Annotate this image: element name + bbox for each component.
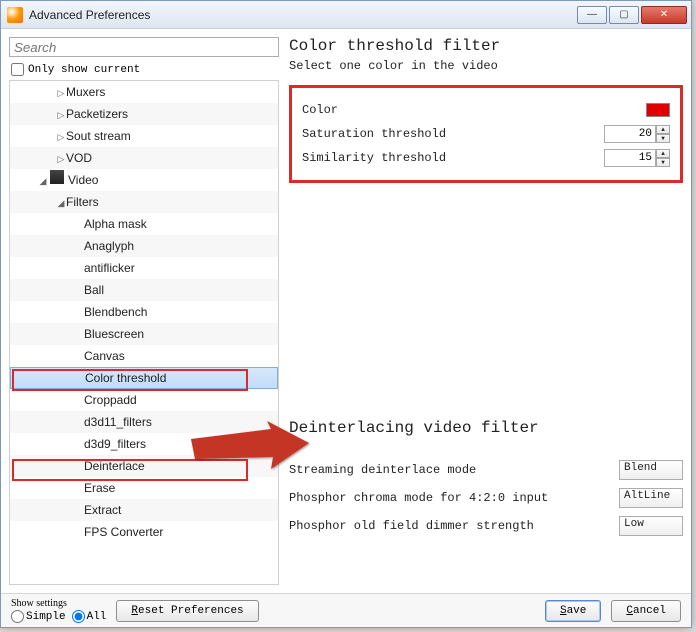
tree-item[interactable]: d3d9_filters (10, 433, 278, 455)
similarity-threshold-spin: ▲ ▼ (604, 149, 670, 167)
simple-radio[interactable] (11, 610, 24, 623)
tree-item[interactable]: Deinterlace (10, 455, 278, 477)
left-column: Only show current ▷Muxers▷Packetizers▷So… (9, 37, 279, 585)
tree-item[interactable]: ▷Sout stream (10, 125, 278, 147)
tree-item[interactable]: Croppadd (10, 389, 278, 411)
tree-item-label: Erase (84, 481, 115, 495)
section1-subtitle: Select one color in the video (289, 59, 683, 73)
tree-item[interactable]: FPS Converter (10, 521, 278, 543)
tree-item[interactable]: Canvas (10, 345, 278, 367)
all-radio-label[interactable]: All (72, 610, 107, 623)
tree-item-label: Extract (84, 503, 121, 517)
tree-item[interactable]: ◢Filters (10, 191, 278, 213)
color-threshold-panel: Color Saturation threshold ▲ ▼ Similarit… (289, 85, 683, 183)
tree-item-label: Packetizers (66, 107, 128, 121)
tree-item-label: Muxers (66, 85, 105, 99)
tree-item[interactable]: d3d11_filters (10, 411, 278, 433)
tree-item[interactable]: Anaglyph (10, 235, 278, 257)
section2-title: Deinterlacing video filter (289, 419, 683, 437)
saturation-threshold-spin: ▲ ▼ (604, 125, 670, 143)
preferences-tree[interactable]: ▷Muxers▷Packetizers▷Sout stream▷VOD◢Vide… (9, 80, 279, 585)
right-column: Color threshold filter Select one color … (289, 37, 683, 585)
save-button[interactable]: Save (545, 600, 601, 622)
saturation-up-button[interactable]: ▲ (656, 125, 670, 134)
show-settings-label: Show settings (11, 598, 106, 610)
section1-title: Color threshold filter (289, 37, 683, 55)
only-show-current-label: Only show current (28, 64, 140, 76)
tree-item[interactable]: Ball (10, 279, 278, 301)
titlebar: Advanced Preferences — ▢ ✕ (1, 1, 691, 29)
only-show-current-checkbox[interactable] (11, 63, 24, 76)
close-button[interactable]: ✕ (641, 6, 687, 24)
saturation-down-button[interactable]: ▼ (656, 134, 670, 143)
similarity-threshold-label: Similarity threshold (302, 151, 604, 165)
phosphor-dimmer-label: Phosphor old field dimmer strength (289, 519, 619, 533)
all-radio[interactable] (72, 610, 85, 623)
phosphor-dimmer-combo[interactable]: Low (619, 516, 683, 536)
minimize-button[interactable]: — (577, 6, 607, 24)
tree-item-label: Blendbench (84, 305, 147, 319)
tree-item-label: Deinterlace (84, 459, 145, 473)
reset-preferences-button[interactable]: Reset Preferences (116, 600, 258, 622)
expand-arrow-icon[interactable]: ◢ (38, 170, 48, 192)
tree-item-label: Alpha mask (84, 217, 147, 231)
tree-item-label: d3d9_filters (84, 437, 146, 451)
tree-item-label: Color threshold (85, 371, 166, 385)
streaming-mode-label: Streaming deinterlace mode (289, 463, 619, 477)
tree-item[interactable]: ▷VOD (10, 147, 278, 169)
tree-item-label: antiflicker (84, 261, 135, 275)
phosphor-chroma-combo[interactable]: AltLine (619, 488, 683, 508)
tree-item[interactable]: Blendbench (10, 301, 278, 323)
show-settings-group: Show settings Simple All (11, 598, 106, 623)
tree-item-label: Filters (66, 195, 99, 209)
similarity-up-button[interactable]: ▲ (656, 149, 670, 158)
video-icon (50, 170, 64, 184)
tree-item-label: Anaglyph (84, 239, 134, 253)
cancel-button[interactable]: Cancel (611, 600, 681, 622)
tree-item-label: Sout stream (66, 129, 131, 143)
similarity-down-button[interactable]: ▼ (656, 158, 670, 167)
tree-item[interactable]: ▷Muxers (10, 81, 278, 103)
expand-arrow-icon[interactable]: ▷ (56, 104, 66, 126)
phosphor-chroma-label: Phosphor chroma mode for 4:2:0 input (289, 491, 619, 505)
tree-item-label: Bluescreen (84, 327, 144, 341)
expand-arrow-icon[interactable]: ▷ (56, 148, 66, 170)
expand-arrow-icon[interactable]: ▷ (56, 82, 66, 104)
tree-item-label: d3d11_filters (84, 415, 152, 429)
tree-item-label: VOD (66, 151, 92, 165)
footer: Show settings Simple All Reset Preferenc… (1, 593, 691, 627)
tree-item[interactable]: Erase (10, 477, 278, 499)
simple-radio-label[interactable]: Simple (11, 610, 66, 623)
tree-item-label: Video (68, 173, 98, 187)
window-buttons: — ▢ ✕ (577, 6, 687, 24)
content-area: Only show current ▷Muxers▷Packetizers▷So… (1, 29, 691, 593)
tree-item[interactable]: ▷Packetizers (10, 103, 278, 125)
window: Advanced Preferences — ▢ ✕ Only show cur… (0, 0, 692, 628)
similarity-threshold-input[interactable] (604, 149, 656, 167)
tree-item-label: FPS Converter (84, 525, 163, 539)
tree-item[interactable]: antiflicker (10, 257, 278, 279)
tree-item-label: Ball (84, 283, 104, 297)
expand-arrow-icon[interactable]: ▷ (56, 126, 66, 148)
tree-item-label: Canvas (84, 349, 125, 363)
tree-item-label: Croppadd (84, 393, 137, 407)
tree-item[interactable]: ◢ Video (10, 169, 278, 191)
only-show-current-row: Only show current (9, 61, 279, 80)
color-label: Color (302, 103, 646, 117)
maximize-button[interactable]: ▢ (609, 6, 639, 24)
expand-arrow-icon[interactable]: ◢ (56, 192, 66, 214)
window-title: Advanced Preferences (29, 8, 577, 22)
tree-item[interactable]: Alpha mask (10, 213, 278, 235)
tree-item[interactable]: Bluescreen (10, 323, 278, 345)
tree-item[interactable]: Color threshold (10, 367, 278, 389)
streaming-mode-combo[interactable]: Blend (619, 460, 683, 480)
saturation-threshold-label: Saturation threshold (302, 127, 604, 141)
saturation-threshold-input[interactable] (604, 125, 656, 143)
color-swatch[interactable] (646, 103, 670, 117)
section2: Deinterlacing video filter Streaming dei… (289, 419, 683, 541)
app-icon (7, 7, 23, 23)
search-input[interactable] (9, 37, 279, 57)
tree-item[interactable]: Extract (10, 499, 278, 521)
